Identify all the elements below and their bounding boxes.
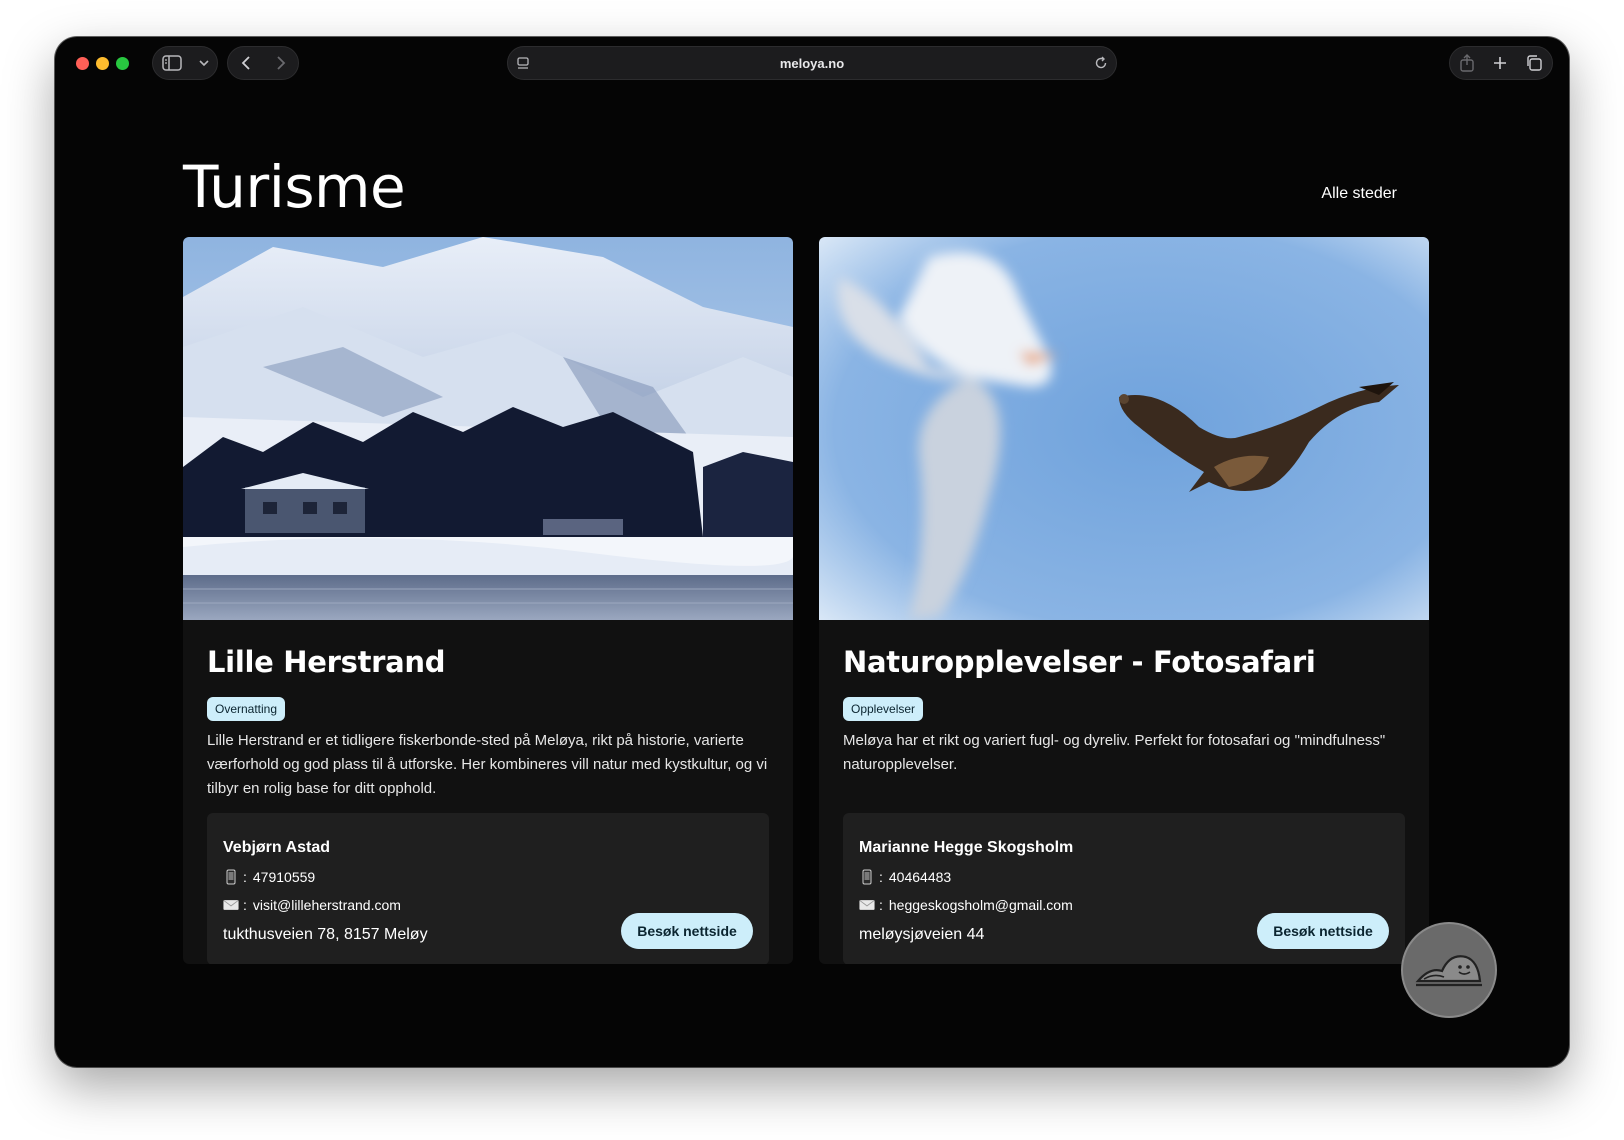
listing-card: Lille Herstrand Overnatting Lille Herstr… <box>183 237 793 964</box>
chevron-down-icon <box>198 60 209 67</box>
mascot-icon <box>1415 955 1482 987</box>
address-bar[interactable]: meloya.no <box>507 46 1117 80</box>
contact-phone-row: : 47910559 <box>223 869 315 885</box>
email-separator: : <box>879 897 883 913</box>
birds-in-flight-photo <box>819 237 1429 620</box>
category-tag: Overnatting <box>207 697 286 721</box>
contact-phone[interactable]: 47910559 <box>253 869 315 885</box>
page-title: Turisme <box>183 153 406 221</box>
minimize-window-button[interactable] <box>96 57 109 70</box>
phone-icon <box>223 869 239 885</box>
contact-email-row: : heggeskogsholm@gmail.com <box>859 897 1073 913</box>
phone-icon <box>859 869 875 885</box>
email-separator: : <box>243 897 247 913</box>
listing-title: Lille Herstrand <box>207 645 446 679</box>
phone-separator: : <box>243 869 247 885</box>
url-text: meloya.no <box>779 56 845 71</box>
contact-phone[interactable]: 40464483 <box>889 869 951 885</box>
sidebar-icon <box>161 55 182 71</box>
all-places-link[interactable]: Alle steder <box>1297 185 1397 203</box>
forward-icon[interactable] <box>275 55 287 71</box>
phone-separator: : <box>879 869 883 885</box>
contact-name: Marianne Hegge Skogsholm <box>859 839 1074 856</box>
category-tag: Opplevelser <box>843 697 924 721</box>
contact-phone-row: : 40464483 <box>859 869 951 885</box>
visit-website-button[interactable]: Besøk nettside <box>1257 913 1389 949</box>
visit-website-button[interactable]: Besøk nettside <box>621 913 753 949</box>
tab-overview-icon[interactable] <box>1525 54 1543 72</box>
contact-email[interactable]: visit@lilleherstrand.com <box>253 897 401 913</box>
browser-window: meloya.no Turisme Alle steder Lille Hers… <box>55 37 1569 1067</box>
share-icon[interactable] <box>1459 54 1475 72</box>
listing-description: Lille Herstrand er et tidligere fiskerbo… <box>207 732 768 797</box>
listing-title: Naturopplevelser - Fotosafari <box>843 645 1316 679</box>
browser-toolbar: meloya.no <box>55 37 1569 89</box>
envelope-icon <box>859 897 875 913</box>
contact-address: tukthusveien 78, 8157 Meløy <box>223 926 428 943</box>
back-icon[interactable] <box>240 55 252 71</box>
listing-card: Naturopplevelser - Fotosafari Opplevelse… <box>819 237 1429 964</box>
listing-description: Meløya har et rikt og variert fugl- og d… <box>843 732 1386 773</box>
contact-box: Vebjørn Astad : 47910559: visit@lillehe… <box>207 813 769 964</box>
toolbar-actions <box>1449 46 1553 80</box>
contact-name: Vebjørn Astad <box>223 839 330 856</box>
contact-box: Marianne Hegge Skogsholm : 40464483: he… <box>843 813 1405 964</box>
reload-icon[interactable] <box>1094 56 1108 70</box>
contact-email[interactable]: heggeskogsholm@gmail.com <box>889 897 1073 913</box>
contact-email-row: : visit@lilleherstrand.com <box>223 897 401 913</box>
snowy-mountain-photo <box>183 237 793 620</box>
navigation-buttons <box>227 46 299 80</box>
maximize-window-button[interactable] <box>116 57 129 70</box>
new-tab-icon[interactable] <box>1492 55 1508 71</box>
envelope-icon <box>223 897 239 913</box>
mascot-chat-button[interactable] <box>1401 922 1497 1018</box>
close-window-button[interactable] <box>76 57 89 70</box>
contact-address: meløysjøveien 44 <box>859 926 985 943</box>
sidebar-toggle[interactable] <box>152 46 218 80</box>
